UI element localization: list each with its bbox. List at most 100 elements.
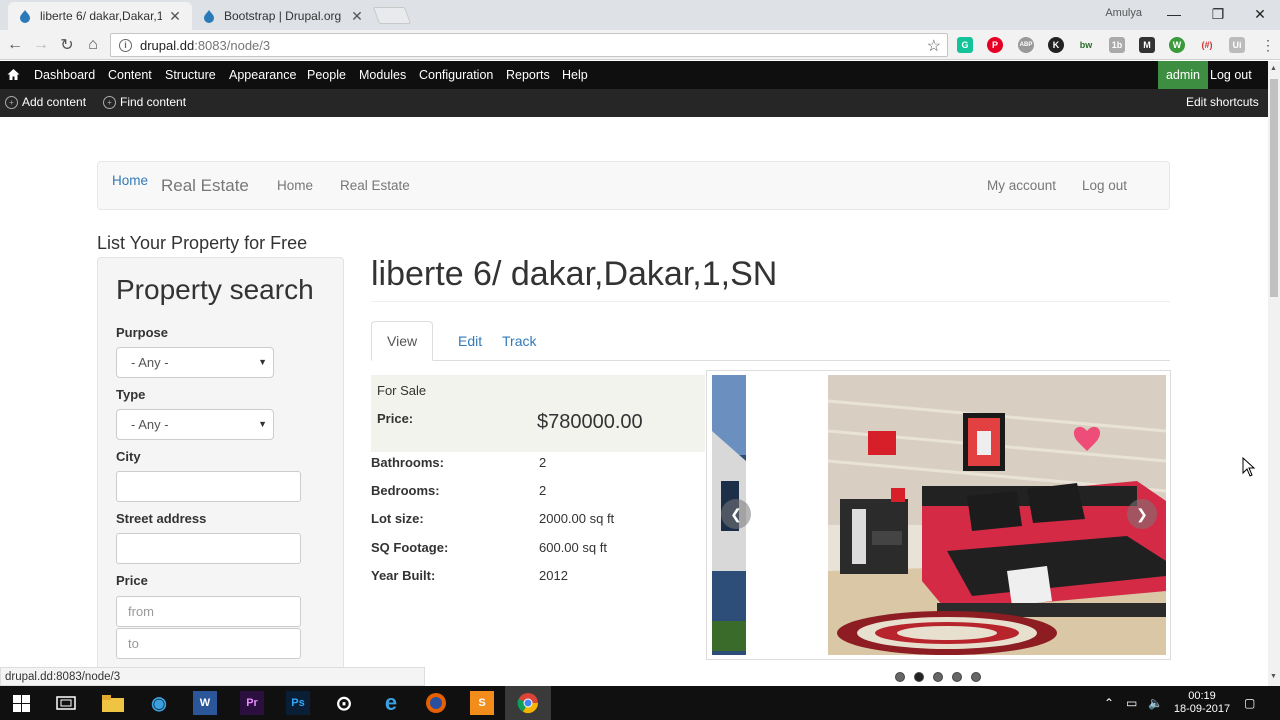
m-icon[interactable]: M: [1139, 37, 1155, 53]
home-logo-link[interactable]: Home: [112, 173, 148, 188]
add-content-shortcut[interactable]: + Add content: [5, 95, 86, 109]
pinterest-icon[interactable]: P: [987, 37, 1003, 53]
price-from-input[interactable]: from: [116, 596, 301, 627]
close-window-icon[interactable]: ✕: [1238, 0, 1280, 28]
sq-footage-label: SQ Footage:: [371, 540, 449, 555]
close-tab-icon[interactable]: ✕: [350, 8, 364, 25]
info-icon[interactable]: i: [119, 38, 132, 52]
tab-track[interactable]: Track: [487, 321, 551, 361]
listing-status: For Sale: [377, 383, 427, 398]
site-brand[interactable]: Real Estate: [161, 176, 249, 196]
admin-menu-modules[interactable]: Modules: [359, 68, 406, 82]
admin-menu-help[interactable]: Help: [562, 68, 588, 82]
scrollbar-thumb[interactable]: [1270, 79, 1278, 297]
file-explorer-icon[interactable]: [101, 691, 125, 715]
carousel-indicator[interactable]: [971, 672, 981, 682]
bedrooms-value: 2: [539, 483, 547, 498]
edit-shortcuts-link[interactable]: Edit shortcuts: [1186, 95, 1259, 109]
tab-title: liberte 6/ dakar,Dakar,1,S: [40, 9, 162, 23]
admin-menu-structure[interactable]: Structure: [165, 68, 216, 82]
address-bar[interactable]: i drupal.dd:8083/node/3 ☆: [110, 33, 948, 57]
city-input[interactable]: [116, 471, 301, 502]
profile-name[interactable]: Amulya: [1105, 7, 1142, 19]
type-select[interactable]: - Any - ▼: [116, 409, 274, 440]
tray-chevron-icon[interactable]: ⌃: [1104, 696, 1114, 710]
wordpress-icon[interactable]: W: [1169, 37, 1185, 53]
home-icon[interactable]: ⌂: [83, 35, 103, 55]
system-clock[interactable]: 00:19 18-09-2017: [1172, 690, 1232, 716]
media-player-icon[interactable]: ⊙: [332, 691, 356, 715]
price-to-input[interactable]: to: [116, 628, 301, 659]
photoshop-icon[interactable]: Ps: [286, 691, 310, 715]
purpose-select[interactable]: - Any - ▼: [116, 347, 274, 378]
volume-icon[interactable]: 🔈: [1148, 696, 1163, 710]
admin-menu-appearance[interactable]: Appearance: [229, 68, 296, 82]
edge-icon[interactable]: e: [379, 690, 403, 715]
task-view-icon[interactable]: [54, 691, 78, 715]
scroll-up-icon[interactable]: ▲: [1270, 65, 1277, 72]
carousel-indicator[interactable]: [895, 672, 905, 682]
carousel-prev-icon[interactable]: ❮: [721, 499, 751, 529]
restore-icon[interactable]: ❐: [1196, 0, 1240, 28]
clock-date: 18-09-2017: [1173, 703, 1231, 715]
browser-app-icon[interactable]: ◉: [147, 691, 171, 715]
chrome-menu-icon[interactable]: ⋮: [1258, 35, 1278, 55]
windows-start-icon[interactable]: [9, 691, 33, 715]
street-input[interactable]: [116, 533, 301, 564]
new-tab-button[interactable]: [372, 7, 412, 24]
sublime-text-icon[interactable]: S: [470, 691, 494, 715]
browser-tab[interactable]: Bootstrap | Drupal.org ✕: [192, 2, 374, 30]
word-icon[interactable]: W: [193, 691, 217, 715]
carousel-indicator[interactable]: [933, 672, 943, 682]
admin-logout-link[interactable]: Log out: [1210, 68, 1252, 82]
hashtag-icon[interactable]: (#): [1199, 37, 1215, 53]
nav-item-home[interactable]: Home: [277, 178, 313, 193]
premiere-icon[interactable]: Pr: [240, 691, 264, 715]
close-tab-icon[interactable]: ✕: [168, 8, 182, 25]
network-icon[interactable]: ▭: [1126, 696, 1137, 710]
chrome-icon[interactable]: [516, 691, 540, 715]
admin-menu-reports[interactable]: Reports: [506, 68, 550, 82]
nav-log-out[interactable]: Log out: [1082, 178, 1127, 193]
browser-tab-active[interactable]: liberte 6/ dakar,Dakar,1,S ✕: [8, 2, 192, 30]
k-icon[interactable]: K: [1048, 37, 1064, 53]
purpose-label: Purpose: [116, 325, 169, 340]
minimize-icon[interactable]: —: [1152, 0, 1196, 28]
home-icon[interactable]: [7, 68, 20, 81]
admin-user-link[interactable]: admin: [1158, 61, 1208, 89]
sidebar-heading[interactable]: List Your Property for Free: [97, 233, 307, 254]
page-scrollbar[interactable]: ▲ ▼: [1268, 61, 1280, 686]
admin-menu-dashboard[interactable]: Dashboard: [34, 68, 95, 82]
browser-toolbar: ← → ↻ ⌂ i drupal.dd:8083/node/3 ☆ G P AB…: [0, 30, 1280, 60]
ui-icon[interactable]: Ui: [1229, 37, 1245, 53]
bedrooms-label: Bedrooms:: [371, 483, 440, 498]
bw-icon[interactable]: bw: [1078, 37, 1094, 53]
admin-menu-people[interactable]: People: [307, 68, 346, 82]
scroll-down-icon[interactable]: ▼: [1270, 673, 1277, 680]
reload-icon[interactable]: ↻: [57, 35, 77, 55]
back-icon[interactable]: ←: [5, 35, 25, 55]
grammarly-new-icon[interactable]: G: [957, 37, 973, 53]
tab-view[interactable]: View: [371, 321, 434, 361]
lot-size-label: Lot size:: [371, 511, 424, 526]
admin-menu-content[interactable]: Content: [108, 68, 152, 82]
notifications-icon[interactable]: ▢: [1244, 696, 1255, 710]
nav-item-real-estate[interactable]: Real Estate: [340, 178, 410, 193]
nav-my-account[interactable]: My account: [987, 178, 1056, 193]
forward-icon[interactable]: →: [31, 35, 51, 55]
carousel-indicator-active[interactable]: [914, 672, 924, 682]
find-content-shortcut[interactable]: + Find content: [103, 95, 186, 109]
city-label: City: [116, 449, 141, 464]
clock-time: 00:19: [1188, 690, 1216, 702]
bookmark-star-icon[interactable]: ☆: [927, 36, 941, 56]
admin-menu-configuration[interactable]: Configuration: [419, 68, 493, 82]
panel-title: Property search: [116, 274, 314, 305]
1b-icon[interactable]: 1b: [1109, 37, 1125, 53]
firefox-icon[interactable]: [424, 691, 448, 715]
windows-taskbar: ◉ W Pr Ps ⊙ e S ⌃ ▭ 🔈 00:19 18-09-2017 ▢: [0, 686, 1280, 720]
add-circle-icon: +: [103, 95, 116, 109]
carousel-next-icon[interactable]: ❯: [1127, 499, 1157, 529]
local-tabs: View Edit Track: [371, 321, 1170, 361]
adblock-icon[interactable]: ABP: [1018, 37, 1034, 53]
carousel-indicator[interactable]: [952, 672, 962, 682]
